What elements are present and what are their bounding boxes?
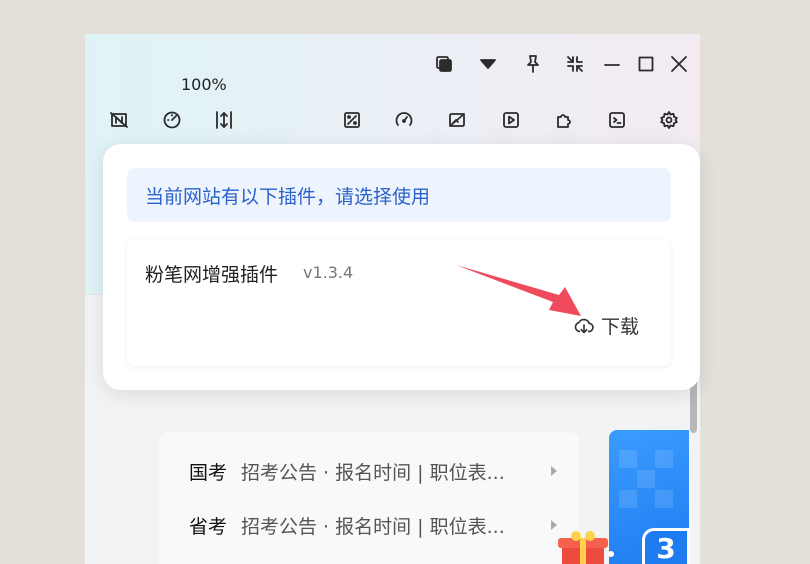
image-off-icon[interactable] xyxy=(445,108,469,132)
plugin-name: 粉笔网增强插件 xyxy=(145,264,279,286)
extension-puzzle-icon[interactable] xyxy=(552,108,576,132)
chevron-right-icon xyxy=(551,466,557,476)
list-item[interactable]: 省考 招考公告 · 报名时间 | 职位表... xyxy=(189,512,505,539)
vertical-resize-icon[interactable] xyxy=(212,108,236,132)
maximize-icon[interactable] xyxy=(634,52,658,76)
speedometer-icon[interactable] xyxy=(160,108,184,132)
chevron-right-icon xyxy=(551,520,557,530)
no-image-icon[interactable] xyxy=(107,108,131,132)
terminal-icon[interactable] xyxy=(605,108,629,132)
plugin-popup: 当前网站有以下插件，请选择使用 粉笔网增强插件 v1.3.4 下载 xyxy=(103,144,700,390)
exam-list-card: 国考 招考公告 · 报名时间 | 职位表... 省考 招考公告 · 报名时间 | 职… xyxy=(159,432,579,564)
tile-windows-icon[interactable] xyxy=(432,53,456,75)
download-label: 下载 xyxy=(600,316,639,338)
list-item[interactable]: 国考 招考公告 · 报名时间 | 职位表... xyxy=(189,458,505,485)
pin-icon[interactable] xyxy=(521,52,545,76)
close-icon[interactable] xyxy=(667,52,691,76)
collapse-icon[interactable] xyxy=(563,52,587,76)
plugin-notice: 当前网站有以下插件，请选择使用 xyxy=(127,168,671,222)
play-icon[interactable] xyxy=(499,108,523,132)
promo-number: 3 xyxy=(642,528,690,564)
zoom-level[interactable]: 100% xyxy=(181,75,227,94)
gauge-icon[interactable] xyxy=(392,108,416,132)
plugin-version: v1.3.4 xyxy=(303,263,354,282)
annotation-arrow-icon xyxy=(456,265,581,316)
settings-gear-icon[interactable] xyxy=(657,108,681,132)
dropdown-caret-icon[interactable] xyxy=(476,53,500,75)
percent-icon[interactable] xyxy=(340,108,364,132)
gift-box-icon xyxy=(558,531,614,564)
minimize-icon[interactable] xyxy=(600,52,624,76)
